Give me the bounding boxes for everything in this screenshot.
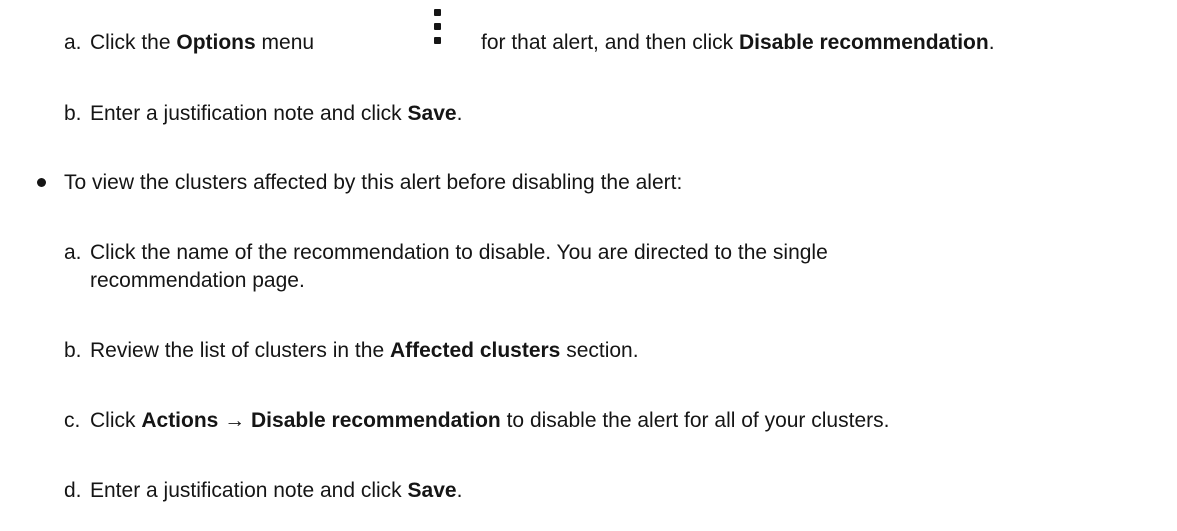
- step-text: recommendation page.: [90, 269, 305, 292]
- step-text: for that alert, and then click: [481, 31, 739, 54]
- disable-recommendation-term: Disable recommendation: [738, 31, 989, 54]
- step-text: .: [456, 102, 463, 125]
- step-marker: a.: [64, 31, 82, 54]
- step-text: .: [456, 479, 463, 502]
- step-marker: b.: [64, 339, 82, 362]
- step-text: section.: [560, 339, 639, 362]
- step-a-name: a. Click the name of the recommendation t…: [64, 238, 828, 268]
- save-term: Save: [407, 102, 457, 125]
- options-term: Options: [176, 31, 256, 54]
- step-marker: a.: [64, 241, 82, 264]
- step-text: Enter a justification note and click: [90, 102, 408, 125]
- step-a-options-cont: for that alert, and then click Disable r…: [481, 28, 995, 58]
- step-text: Click the: [90, 31, 177, 54]
- step-c-actions: c. Click Actions → Disable recommendation…: [64, 406, 889, 436]
- step-marker: b.: [64, 102, 82, 125]
- step-text: Click the name of the recommendation to …: [90, 241, 828, 264]
- step-marker: d.: [64, 479, 82, 502]
- bullet-text: To view the clusters affected by this al…: [64, 171, 683, 194]
- step-marker: c.: [64, 409, 81, 432]
- step-text: menu: [255, 31, 315, 54]
- step-d-save: d. Enter a justification note and click S…: [64, 476, 462, 506]
- step-a-name-cont: recommendation page.: [90, 266, 305, 296]
- step-text: .: [988, 31, 995, 54]
- actions-disable-term: Actions → Disable recommendation: [141, 409, 501, 432]
- step-text: Enter a justification note and click: [90, 479, 408, 502]
- step-text: to disable the alert for all of your clu…: [500, 409, 890, 432]
- save-term: Save: [407, 479, 457, 502]
- kebab-icon: [433, 9, 443, 45]
- step-text: Review the list of clusters in the: [90, 339, 390, 362]
- step-b-review: b. Review the list of clusters in the Aff…: [64, 336, 639, 366]
- bullet-icon: [37, 178, 46, 187]
- affected-clusters-term: Affected clusters: [389, 339, 561, 362]
- bullet-item: To view the clusters affected by this al…: [64, 168, 682, 198]
- step-a-options: a. Click the Options menu: [64, 28, 314, 58]
- step-text: Click: [90, 409, 142, 432]
- step-b-save: b. Enter a justification note and click S…: [64, 99, 462, 129]
